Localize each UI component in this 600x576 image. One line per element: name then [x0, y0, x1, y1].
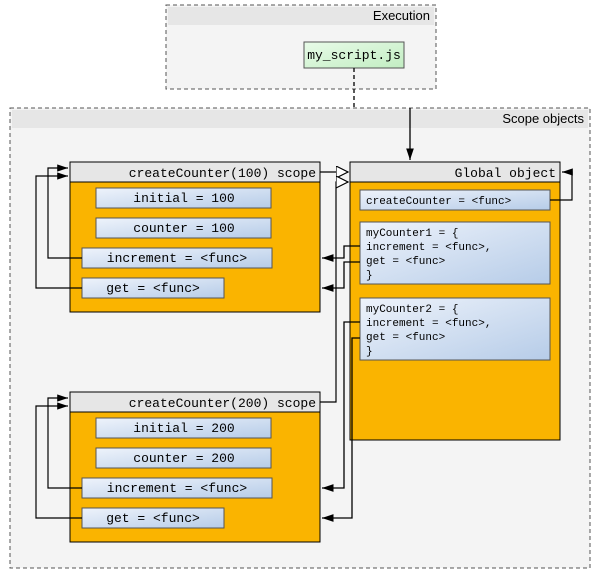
svg-text:get = <func>: get = <func>: [366, 256, 445, 268]
svg-text:increment = <func>,: increment = <func>,: [366, 318, 491, 330]
svg-text:get = <func>: get = <func>: [366, 332, 445, 344]
svg-text:initial = 100: initial = 100: [133, 191, 234, 206]
svg-text:counter = 100: counter = 100: [133, 221, 234, 236]
execution-container: Execution my_script.js: [166, 5, 436, 89]
svg-text:increment = <func>: increment = <func>: [107, 251, 248, 266]
svg-text:get = <func>: get = <func>: [106, 511, 200, 526]
svg-text:myCounter2 = {: myCounter2 = {: [366, 304, 458, 316]
execution-title: Execution: [373, 8, 430, 23]
script-label: my_script.js: [307, 48, 401, 63]
scope100-title: createCounter(100) scope: [129, 166, 316, 181]
svg-text:}: }: [366, 346, 373, 358]
scope200-box: createCounter(200) scope initial = 200 c…: [70, 392, 320, 542]
svg-text:createCounter = <func>: createCounter = <func>: [366, 196, 511, 208]
scope-title: Scope objects: [502, 111, 584, 126]
svg-text:get = <func>: get = <func>: [106, 281, 200, 296]
svg-text:initial = 200: initial = 200: [133, 421, 234, 436]
svg-text:increment = <func>,: increment = <func>,: [366, 242, 491, 254]
svg-text:counter = 200: counter = 200: [133, 451, 234, 466]
scope100-box: createCounter(100) scope initial = 100 c…: [70, 162, 320, 312]
svg-text:myCounter1 = {: myCounter1 = {: [366, 228, 458, 240]
global-box: Global object createCounter = <func> myC…: [350, 162, 560, 440]
global-title: Global object: [455, 166, 556, 181]
svg-text:}: }: [366, 270, 373, 282]
svg-text:increment = <func>: increment = <func>: [107, 481, 248, 496]
scope200-title: createCounter(200) scope: [129, 396, 316, 411]
